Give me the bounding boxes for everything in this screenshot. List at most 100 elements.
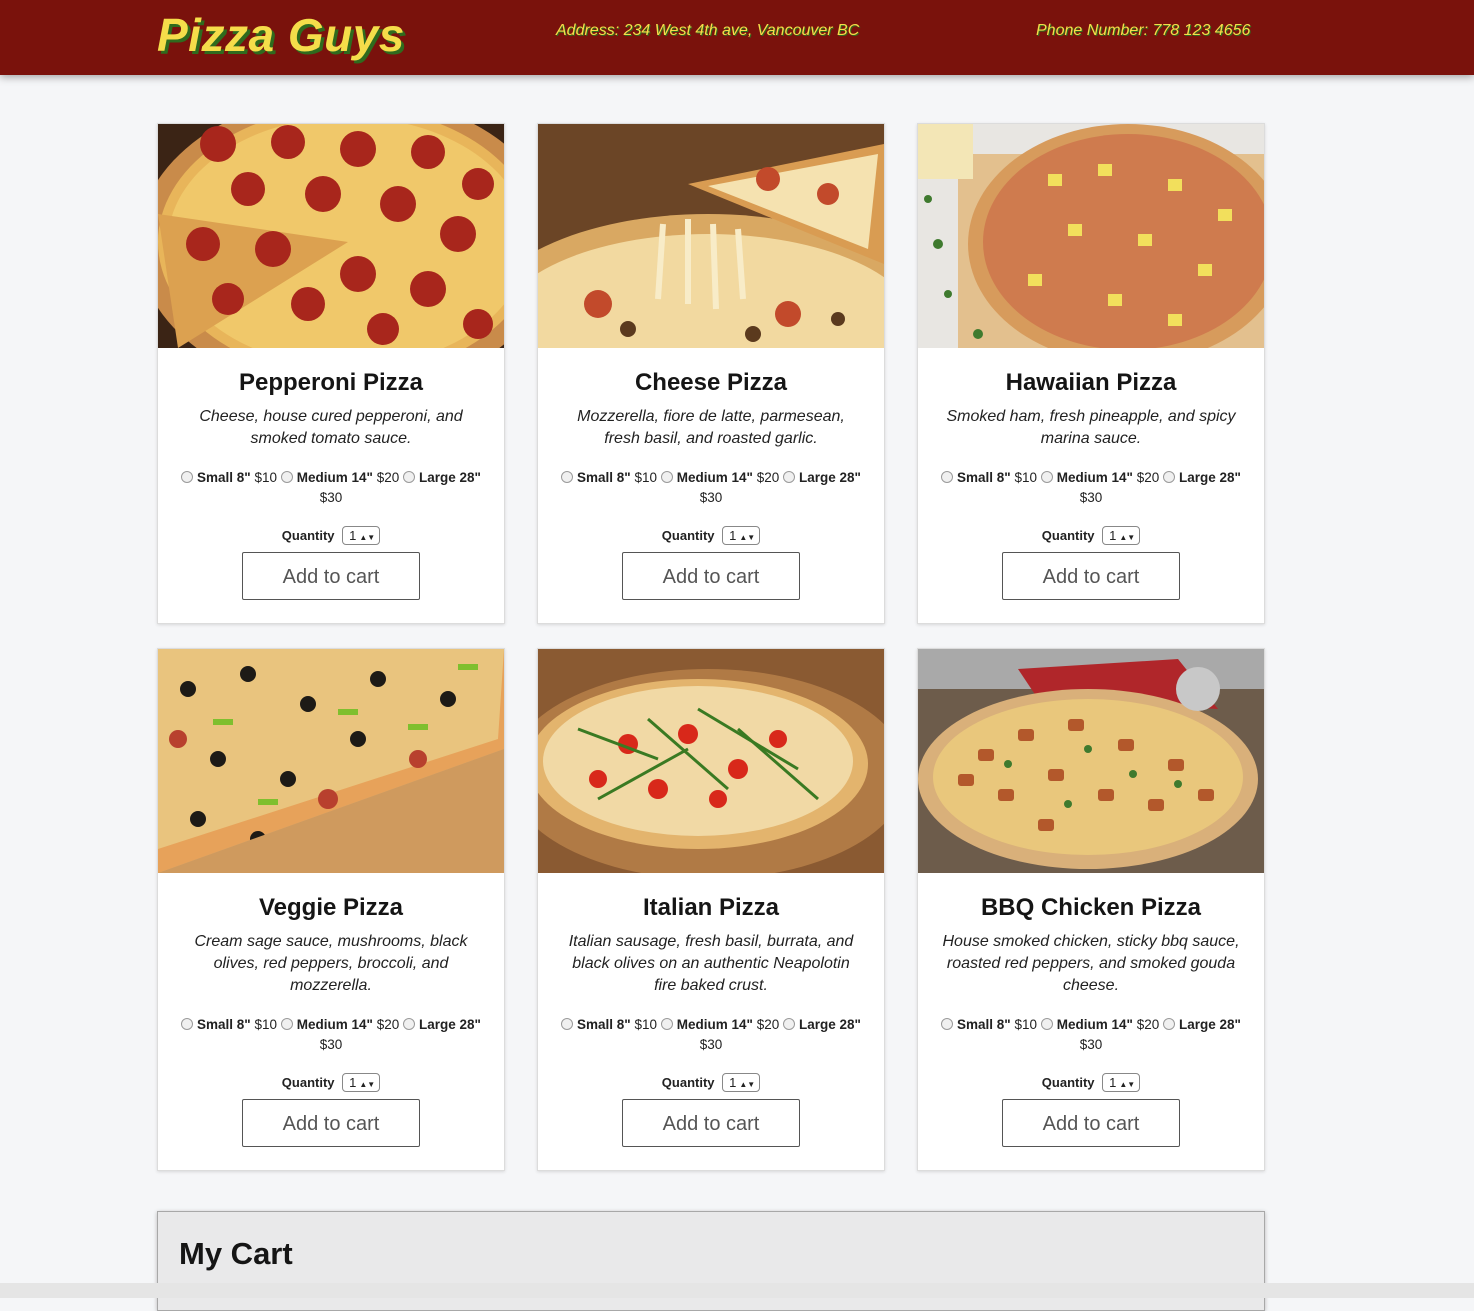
product-description: Cheese, house cured pepperoni, and smoke… (199, 408, 463, 447)
size-medium-price: $20 (1136, 1017, 1160, 1032)
product-card-veggie: Veggie Pizza Cream sage sauce, mushrooms… (157, 648, 505, 1171)
size-small-radio[interactable] (561, 1018, 574, 1030)
select-arrows-icon: ▲▼ (739, 1080, 756, 1089)
product-card-hawaiian: Hawaiian Pizza Smoked ham, fresh pineapp… (917, 123, 1265, 624)
size-medium-price: $20 (376, 1017, 400, 1032)
product-name: Cheese Pizza (634, 369, 788, 396)
size-large-radio[interactable] (1163, 471, 1176, 483)
quantity-select[interactable]: 1 ▲▼ (722, 526, 761, 545)
brand-logo[interactable]: Pizza Guys (157, 8, 405, 62)
select-arrows-icon: ▲▼ (1119, 533, 1136, 542)
quantity-label: Quantity (281, 528, 335, 543)
product-name: Veggie Pizza (258, 894, 404, 921)
size-small-radio[interactable] (941, 1018, 954, 1030)
add-to-cart-button[interactable]: Add to cart (1002, 1099, 1180, 1147)
size-medium-price: $20 (376, 470, 400, 485)
size-medium-radio[interactable] (1040, 471, 1053, 483)
product-name: Hawaiian Pizza (1005, 369, 1177, 396)
size-medium-radio[interactable] (280, 471, 293, 483)
size-medium-label: Medium 14" (1056, 470, 1133, 485)
size-small-price: $10 (634, 470, 658, 485)
quantity-value: 1 (349, 528, 357, 543)
quantity-select[interactable]: 1 ▲▼ (1102, 1073, 1141, 1092)
quantity-select[interactable]: 1 ▲▼ (342, 1073, 381, 1092)
quantity-value: 1 (729, 528, 737, 543)
size-medium-radio[interactable] (660, 471, 673, 483)
size-options: Small 8" $10 Medium 14" $20 Large 28" $3… (551, 468, 871, 508)
horizontal-scrollbar[interactable] (0, 1283, 1474, 1298)
add-to-cart-button[interactable]: Add to cart (622, 552, 800, 600)
size-large-label: Large 28" (799, 1017, 861, 1032)
quantity-value: 1 (1109, 1075, 1117, 1090)
product-description: Cream sage sauce, mushrooms, black olive… (194, 933, 468, 994)
quantity-label: Quantity (1041, 528, 1095, 543)
size-small-label: Small 8" (957, 470, 1011, 485)
size-small-radio[interactable] (561, 471, 574, 483)
quantity-label: Quantity (281, 1075, 335, 1090)
size-medium-radio[interactable] (1040, 1018, 1053, 1030)
size-large-radio[interactable] (783, 1018, 796, 1030)
quantity-select[interactable]: 1 ▲▼ (1102, 526, 1141, 545)
size-small-radio[interactable] (181, 1018, 194, 1030)
product-description: Smoked ham, fresh pineapple, and spicy m… (946, 408, 1236, 447)
size-medium-radio[interactable] (660, 1018, 673, 1030)
size-large-label: Large 28" (419, 470, 481, 485)
size-large-radio[interactable] (1163, 1018, 1176, 1030)
size-options: Small 8" $10 Medium 14" $20 Large 28" $3… (171, 468, 491, 508)
quantity-select[interactable]: 1 ▲▼ (722, 1073, 761, 1092)
quantity-label: Quantity (661, 1075, 715, 1090)
size-small-price: $10 (634, 1017, 658, 1032)
size-large-label: Large 28" (1179, 470, 1241, 485)
size-medium-label: Medium 14" (296, 470, 373, 485)
product-name: BBQ Chicken Pizza (980, 894, 1202, 921)
size-small-label: Small 8" (197, 1017, 251, 1032)
quantity-label: Quantity (661, 528, 715, 543)
site-header: Pizza Guys Address: 234 West 4th ave, Va… (0, 0, 1474, 75)
product-card-cheese: Cheese Pizza Mozzerella, fiore de latte,… (537, 123, 885, 624)
add-to-cart-button[interactable]: Add to cart (242, 552, 420, 600)
select-arrows-icon: ▲▼ (359, 1080, 376, 1089)
size-options: Small 8" $10 Medium 14" $20 Large 28" $3… (931, 1015, 1251, 1055)
quantity-label: Quantity (1041, 1075, 1095, 1090)
select-arrows-icon: ▲▼ (1119, 1080, 1136, 1089)
size-small-label: Small 8" (957, 1017, 1011, 1032)
size-small-radio[interactable] (181, 471, 194, 483)
quantity-value: 1 (349, 1075, 357, 1090)
size-options: Small 8" $10 Medium 14" $20 Large 28" $3… (551, 1015, 871, 1055)
add-to-cart-button[interactable]: Add to cart (242, 1099, 420, 1147)
size-large-price: $30 (1079, 490, 1103, 505)
size-small-label: Small 8" (197, 470, 251, 485)
quantity-row: Quantity 1 ▲▼ (538, 1073, 884, 1092)
size-options: Small 8" $10 Medium 14" $20 Large 28" $3… (931, 468, 1251, 508)
cart-title: My Cart (179, 1236, 293, 1271)
add-to-cart-button[interactable]: Add to cart (622, 1099, 800, 1147)
pepperoni-pizza-image (158, 124, 504, 348)
size-large-radio[interactable] (783, 471, 796, 483)
size-medium-radio[interactable] (280, 1018, 293, 1030)
quantity-row: Quantity 1 ▲▼ (538, 526, 884, 545)
select-arrows-icon: ▲▼ (359, 533, 376, 542)
hawaiian-pizza-image (918, 124, 1264, 348)
size-small-radio[interactable] (941, 471, 954, 483)
quantity-select[interactable]: 1 ▲▼ (342, 526, 381, 545)
product-card-italian: Italian Pizza Italian sausage, fresh bas… (537, 648, 885, 1171)
store-address: Address: 234 West 4th ave, Vancouver BC (556, 22, 860, 39)
size-small-label: Small 8" (577, 1017, 631, 1032)
size-large-price: $30 (699, 1037, 723, 1052)
quantity-value: 1 (729, 1075, 737, 1090)
size-large-radio[interactable] (403, 471, 416, 483)
veggie-pizza-image (158, 649, 504, 873)
size-large-label: Large 28" (799, 470, 861, 485)
size-medium-price: $20 (756, 470, 780, 485)
size-medium-label: Medium 14" (676, 1017, 753, 1032)
add-to-cart-button[interactable]: Add to cart (1002, 552, 1180, 600)
size-large-price: $30 (319, 490, 343, 505)
italian-pizza-image (538, 649, 884, 873)
size-large-price: $30 (1079, 1037, 1103, 1052)
select-arrows-icon: ▲▼ (739, 533, 756, 542)
product-name: Italian Pizza (642, 894, 780, 921)
size-medium-price: $20 (1136, 470, 1160, 485)
size-medium-price: $20 (756, 1017, 780, 1032)
product-name: Pepperoni Pizza (238, 369, 424, 396)
size-large-radio[interactable] (403, 1018, 416, 1030)
